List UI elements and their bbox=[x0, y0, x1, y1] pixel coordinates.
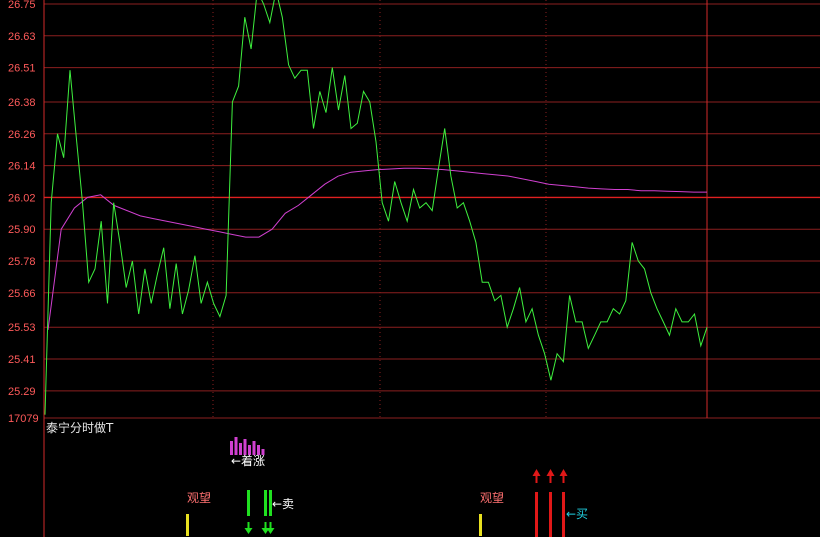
y-tick-label: 26.02 bbox=[8, 192, 36, 204]
grid-lines bbox=[43, 0, 820, 537]
volume-bars bbox=[230, 437, 265, 455]
buy-bar bbox=[535, 492, 538, 537]
sell-arrow-head bbox=[266, 528, 275, 534]
y-tick-label: 25.41 bbox=[8, 354, 36, 366]
volume-bar bbox=[234, 437, 238, 455]
volume-signal-label: ←着涨 bbox=[231, 453, 265, 468]
volume-bar bbox=[243, 439, 247, 455]
y-tick-label: 26.38 bbox=[8, 97, 36, 109]
y-tick-label: 26.75 bbox=[8, 0, 36, 11]
indicator-panel: 泰宁分时做T ←着涨 观望 观望 ←卖 ←买 bbox=[46, 420, 588, 537]
sell-bar bbox=[264, 490, 267, 516]
buy-arrow-head bbox=[546, 469, 555, 476]
watch-label-2: 观望 bbox=[480, 491, 504, 505]
intraday-chart: 26.75 26.63 26.51 26.38 26.26 26.14 26.02 25.90… bbox=[8, 0, 820, 537]
y-tick-label: 25.78 bbox=[8, 256, 36, 268]
average-price-line bbox=[47, 167, 707, 330]
sell-arrow-head bbox=[244, 528, 253, 534]
watch-label-1: 观望 bbox=[187, 491, 211, 505]
buy-bar bbox=[562, 492, 565, 537]
y-tick-label: 26.26 bbox=[8, 129, 36, 141]
y-tick-label: 26.51 bbox=[8, 63, 36, 75]
buy-arrow-head bbox=[559, 469, 568, 476]
volume-bar bbox=[230, 441, 233, 455]
indicator-title: 泰宁分时做T bbox=[46, 420, 114, 435]
y-tick-label: 25.90 bbox=[8, 224, 36, 236]
watch-bar bbox=[479, 514, 482, 536]
sell-bar bbox=[247, 490, 250, 516]
signal-marks bbox=[186, 469, 568, 537]
y-tick-label: 25.29 bbox=[8, 386, 36, 398]
y-tick-label: 26.14 bbox=[8, 161, 36, 173]
volume-bar bbox=[252, 441, 256, 455]
y-tick-label: 25.66 bbox=[8, 288, 36, 300]
buy-signal-label: ←买 bbox=[566, 507, 588, 521]
buy-bar bbox=[549, 492, 552, 537]
y-tick-label: 25.53 bbox=[8, 322, 36, 334]
y-axis-ticks: 26.75 26.63 26.51 26.38 26.26 26.14 26.02 25.90… bbox=[8, 0, 39, 425]
price-line bbox=[44, 0, 708, 415]
watch-bar bbox=[186, 514, 189, 536]
buy-arrow-head bbox=[532, 469, 541, 476]
sell-signal-label: ←卖 bbox=[272, 497, 294, 511]
y-tick-label: 26.63 bbox=[8, 31, 36, 43]
y-tick-label: 17079 bbox=[8, 413, 39, 425]
sell-bar bbox=[269, 490, 272, 516]
